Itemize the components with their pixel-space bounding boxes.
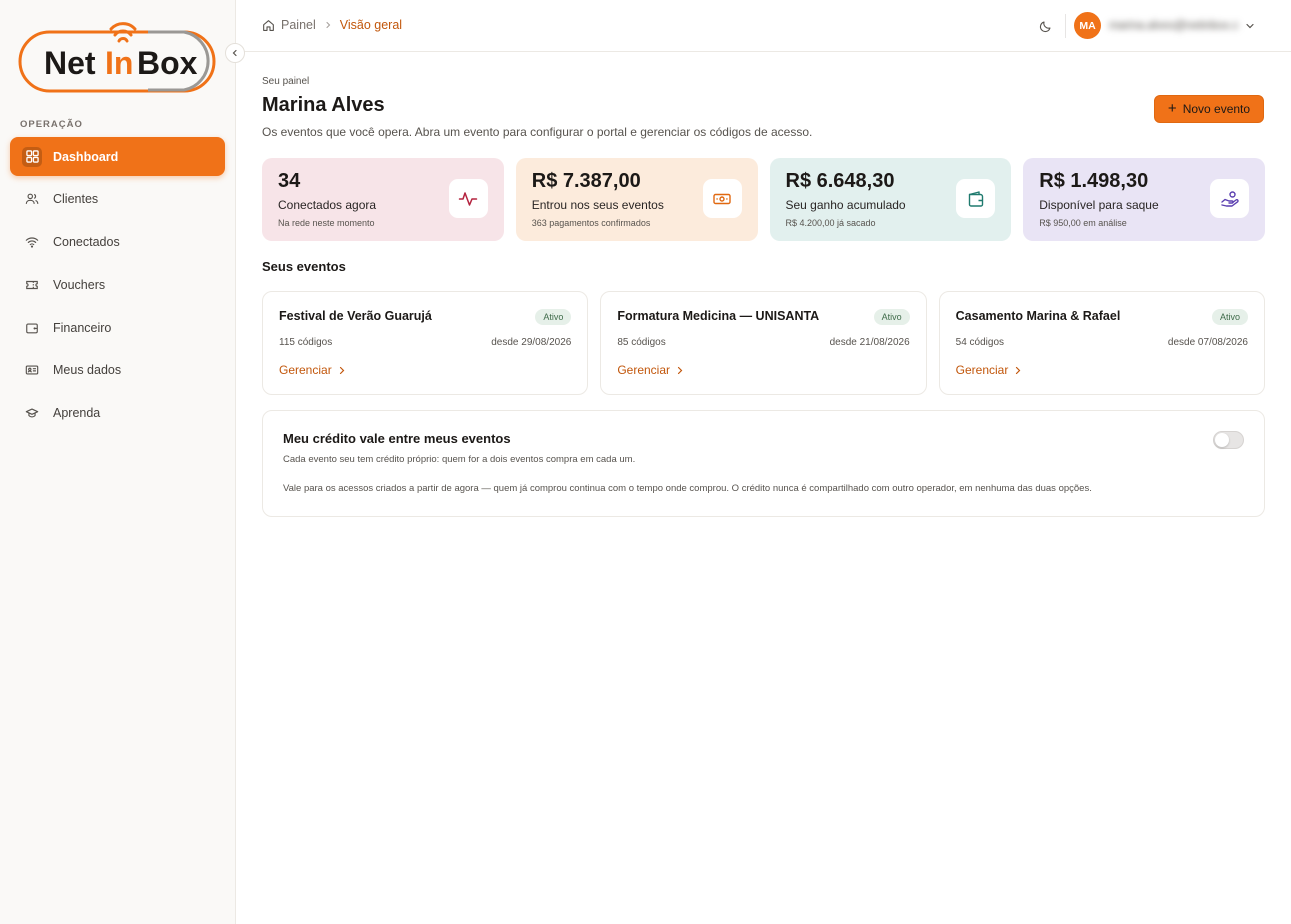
sidebar-item-label: Dashboard xyxy=(53,149,119,164)
page-subtitle: Os eventos que você opera. Abra um event… xyxy=(262,125,813,139)
id-card-icon xyxy=(22,360,42,380)
sidebar-item-dashboard[interactable]: Dashboard xyxy=(10,137,225,176)
sidebar-item-label: Vouchers xyxy=(53,277,106,292)
moon-icon xyxy=(1039,20,1051,32)
events-list: Festival de Verão Guarujá Ativo 115 códi… xyxy=(262,291,1265,395)
wifi-icon xyxy=(22,232,42,252)
manage-event-link[interactable]: Gerenciar xyxy=(956,363,1023,377)
credit-sharing-panel: Meu crédito vale entre meus eventos Cada… xyxy=(262,410,1265,517)
sidebar-item-financeiro[interactable]: Financeiro xyxy=(10,308,225,347)
ticket-icon xyxy=(22,275,42,295)
stat-hint: Na rede neste momento xyxy=(278,218,375,228)
chevron-right-icon xyxy=(339,366,345,374)
avatar: MA xyxy=(1074,12,1101,39)
collapse-sidebar-button[interactable] xyxy=(225,43,245,63)
credit-title: Meu crédito vale entre meus eventos xyxy=(283,431,511,446)
user-menu[interactable]: MA marina.alves@netinbox.com xyxy=(1074,12,1255,39)
event-card[interactable]: Festival de Verão Guarujá Ativo 115 códi… xyxy=(262,291,589,395)
breadcrumb: Painel Visão geral xyxy=(262,18,402,32)
user-email: marina.alves@netinbox.com xyxy=(1109,19,1239,32)
theme-toggle-button[interactable] xyxy=(1035,16,1055,36)
stat-hint: 363 pagamentos confirmados xyxy=(531,218,651,228)
event-name: Formatura Medicina — UNISANTA xyxy=(617,309,820,323)
event-name: Casamento Marina & Rafael xyxy=(955,309,1121,323)
topbar: Painel Visão geral MA marina.alves@netin… xyxy=(236,0,1291,52)
stat-hint: R$ 4.200,00 já sacado xyxy=(785,218,876,228)
chevron-right-icon xyxy=(1016,366,1021,374)
sidebar-item-label: Aprenda xyxy=(53,406,101,421)
manage-event-link[interactable]: Gerenciar xyxy=(617,363,684,377)
sidebar-item-vouchers[interactable]: Vouchers xyxy=(10,265,225,304)
banknote-icon xyxy=(702,179,742,218)
sidebar-item-clientes[interactable]: Clientes xyxy=(10,180,225,219)
credit-sharing-toggle[interactable] xyxy=(1213,431,1244,449)
event-since: desde 21/08/2026 xyxy=(829,337,910,348)
logo-text-in: In xyxy=(105,45,133,81)
page-kicker: Seu painel xyxy=(262,76,310,87)
plus-icon: + xyxy=(1167,100,1177,117)
sidebar-item-conectados[interactable]: Conectados xyxy=(10,223,225,262)
hand-coins-icon xyxy=(1210,179,1249,218)
stats-row: 34 Conectados agora Na rede neste moment… xyxy=(262,158,1265,241)
manage-label: Gerenciar xyxy=(617,363,671,377)
event-name: Festival de Verão Guarujá xyxy=(279,309,432,323)
grid-icon xyxy=(22,146,42,167)
sidebar-item-label: Clientes xyxy=(53,192,99,207)
activity-icon xyxy=(448,179,488,218)
event-since: desde 29/08/2026 xyxy=(491,337,572,348)
divider xyxy=(1065,14,1066,38)
chevron-left-icon xyxy=(232,49,237,57)
sidebar-item-label: Meus dados xyxy=(53,363,122,378)
toggle-knob xyxy=(1215,433,1229,447)
stat-card-revenue: R$ 7.387,00 Entrou nos seus eventos 363 … xyxy=(515,158,758,241)
stat-hint: R$ 950,00 em análise xyxy=(1039,218,1127,228)
sidebar: Net In Box OPERAÇÃO Dashboard Clientes C… xyxy=(0,0,236,924)
netinbox-logo[interactable]: Net In Box xyxy=(18,16,218,96)
credit-description: Cada evento seu tem crédito próprio: que… xyxy=(283,454,636,465)
event-codes: 54 códigos xyxy=(955,337,1005,348)
breadcrumb-root[interactable]: Painel xyxy=(281,18,316,32)
chevron-right-icon xyxy=(677,366,683,374)
event-codes: 115 códigos xyxy=(279,337,333,348)
breadcrumb-current: Visão geral xyxy=(339,18,403,32)
home-icon[interactable] xyxy=(262,19,275,32)
sidebar-item-label: Financeiro xyxy=(53,320,112,335)
sidebar-nav: Dashboard Clientes Conectados Vouchers F… xyxy=(10,137,225,437)
chevron-down-icon xyxy=(1245,21,1255,31)
stat-card-connected: 34 Conectados agora Na rede neste moment… xyxy=(262,158,504,241)
chevron-right-icon xyxy=(324,21,332,29)
sidebar-section-label: OPERAÇÃO xyxy=(20,119,83,130)
event-card[interactable]: Formatura Medicina — UNISANTA Ativo 85 c… xyxy=(600,291,927,395)
sidebar-item-label: Conectados xyxy=(53,235,120,250)
status-badge: Ativo xyxy=(873,309,910,325)
credit-note: Vale para os acessos criados a partir de… xyxy=(283,483,1092,494)
wallet-icon xyxy=(22,318,42,338)
status-badge: Ativo xyxy=(1211,309,1248,325)
logo-text-net: Net xyxy=(44,45,96,81)
event-card[interactable]: Casamento Marina & Rafael Ativo 54 códig… xyxy=(938,291,1265,395)
new-event-button[interactable]: + Novo evento xyxy=(1154,95,1264,123)
new-event-label: Novo evento xyxy=(1182,102,1251,116)
manage-label: Gerenciar xyxy=(955,363,1009,377)
manage-event-link[interactable]: Gerenciar xyxy=(279,363,346,377)
event-codes: 85 códigos xyxy=(617,337,666,348)
status-badge: Ativo xyxy=(535,309,572,325)
sidebar-item-meus-dados[interactable]: Meus dados xyxy=(10,351,225,390)
manage-label: Gerenciar xyxy=(279,363,332,377)
stat-card-available: R$ 1.498,30 Disponível para saque R$ 950… xyxy=(1023,158,1265,241)
sidebar-item-aprenda[interactable]: Aprenda xyxy=(10,394,225,433)
wallet-icon xyxy=(956,179,996,218)
page-title: Marina Alves xyxy=(262,94,385,116)
graduation-cap-icon xyxy=(22,403,42,423)
event-since: desde 07/08/2026 xyxy=(1167,337,1248,348)
logo-text-box: Box xyxy=(137,45,198,81)
users-icon xyxy=(22,189,42,209)
stat-card-earnings: R$ 6.648,30 Seu ganho acumulado R$ 4.200… xyxy=(769,158,1012,241)
events-section-title: Seus eventos xyxy=(262,259,346,274)
